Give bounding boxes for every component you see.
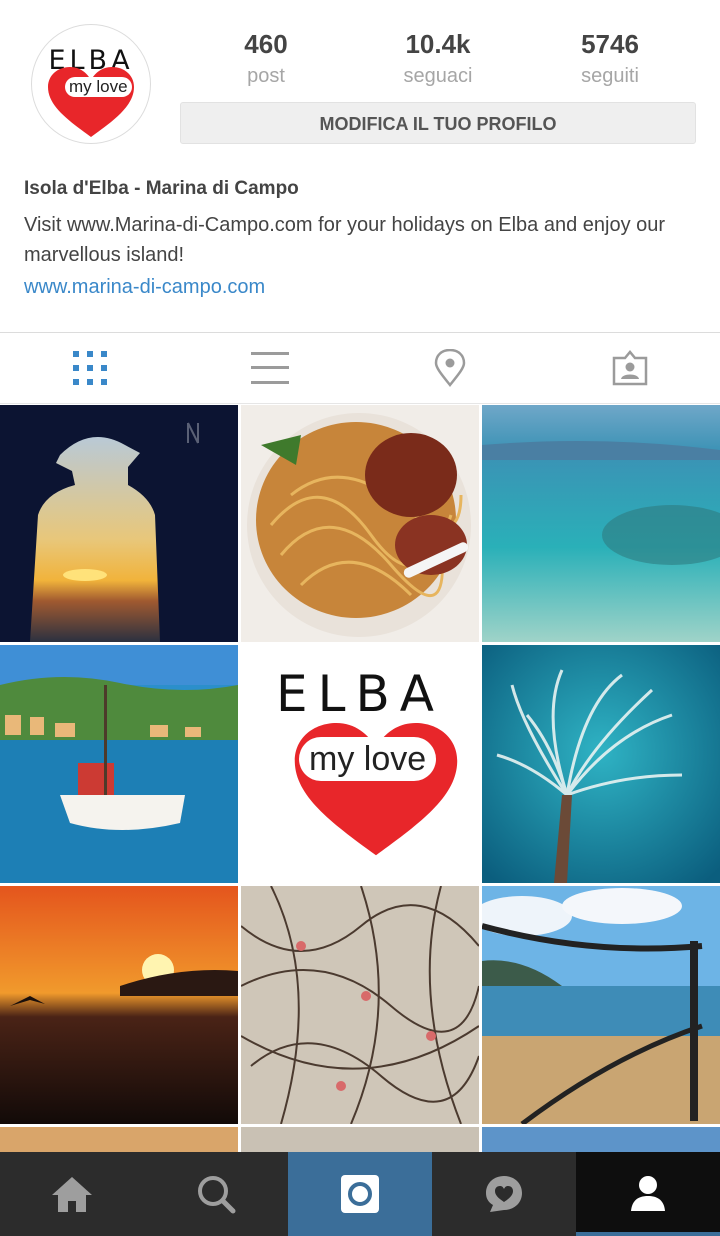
stat-following[interactable]: 5746 seguiti [535, 28, 685, 92]
following-count: 5746 [581, 29, 639, 59]
photo-beach-rope-fence[interactable] [482, 886, 720, 1124]
nav-search[interactable] [144, 1152, 288, 1236]
grid-logo-title: ELBA [276, 665, 444, 723]
posts-label: post [247, 65, 285, 87]
edit-profile-button[interactable]: MODIFICA IL TUO PROFILO [180, 102, 696, 144]
list-icon [251, 352, 289, 384]
profile-website-link[interactable]: www.marina-di-campo.com [24, 276, 265, 299]
profile-view-tabs [0, 332, 720, 404]
photo-turquoise-sea[interactable] [482, 405, 720, 642]
camera-icon [341, 1175, 379, 1213]
profile-icon [631, 1176, 665, 1211]
photo-tube-worm[interactable] [482, 645, 720, 883]
profile-bio: Visit www.Marina-di-Campo.com for your h… [24, 214, 666, 266]
profile-avatar[interactable]: ELBA my love [31, 24, 151, 144]
nav-home[interactable] [0, 1152, 144, 1236]
photo-spaghetti-octopus[interactable] [241, 405, 479, 642]
grid-icon [73, 351, 107, 385]
photo-orange-sunset[interactable] [0, 886, 238, 1124]
activity-heart-icon [486, 1176, 522, 1212]
nav-profile[interactable] [576, 1152, 720, 1236]
profile-header: ELBA my love 460 post 10.4k seguaci 5746… [0, 0, 720, 332]
stat-followers[interactable]: 10.4k seguaci [363, 28, 513, 92]
grid-logo-subtitle: my love [299, 737, 437, 781]
nav-camera[interactable] [288, 1152, 432, 1236]
tab-grid[interactable] [0, 333, 180, 403]
search-icon [198, 1176, 236, 1214]
photo-elba-my-love-logo[interactable]: ELBA my love [241, 645, 479, 883]
profile-name: Isola d'Elba - Marina di Campo [24, 178, 299, 199]
tagged-photos-icon [612, 350, 648, 386]
tab-tagged[interactable] [540, 333, 720, 403]
photo-fishing-nets[interactable] [241, 886, 479, 1124]
home-icon [52, 1177, 92, 1212]
stat-posts[interactable]: 460 post [191, 28, 341, 92]
avatar-logo-subtitle: my love [65, 77, 132, 97]
location-pin-icon [434, 349, 466, 387]
posts-count: 460 [244, 29, 288, 59]
active-tab-indicator [576, 1232, 720, 1236]
tab-places[interactable] [360, 333, 540, 403]
bottom-navigation [0, 1152, 720, 1236]
tab-list[interactable] [180, 333, 360, 403]
nav-activity[interactable] [432, 1152, 576, 1236]
photo-harbour-boat[interactable] [0, 645, 238, 883]
followers-count: 10.4k [405, 29, 471, 59]
followers-label: seguaci [403, 65, 473, 87]
photo-silhouette-sunset[interactable] [0, 405, 238, 642]
following-label: seguiti [581, 65, 639, 87]
